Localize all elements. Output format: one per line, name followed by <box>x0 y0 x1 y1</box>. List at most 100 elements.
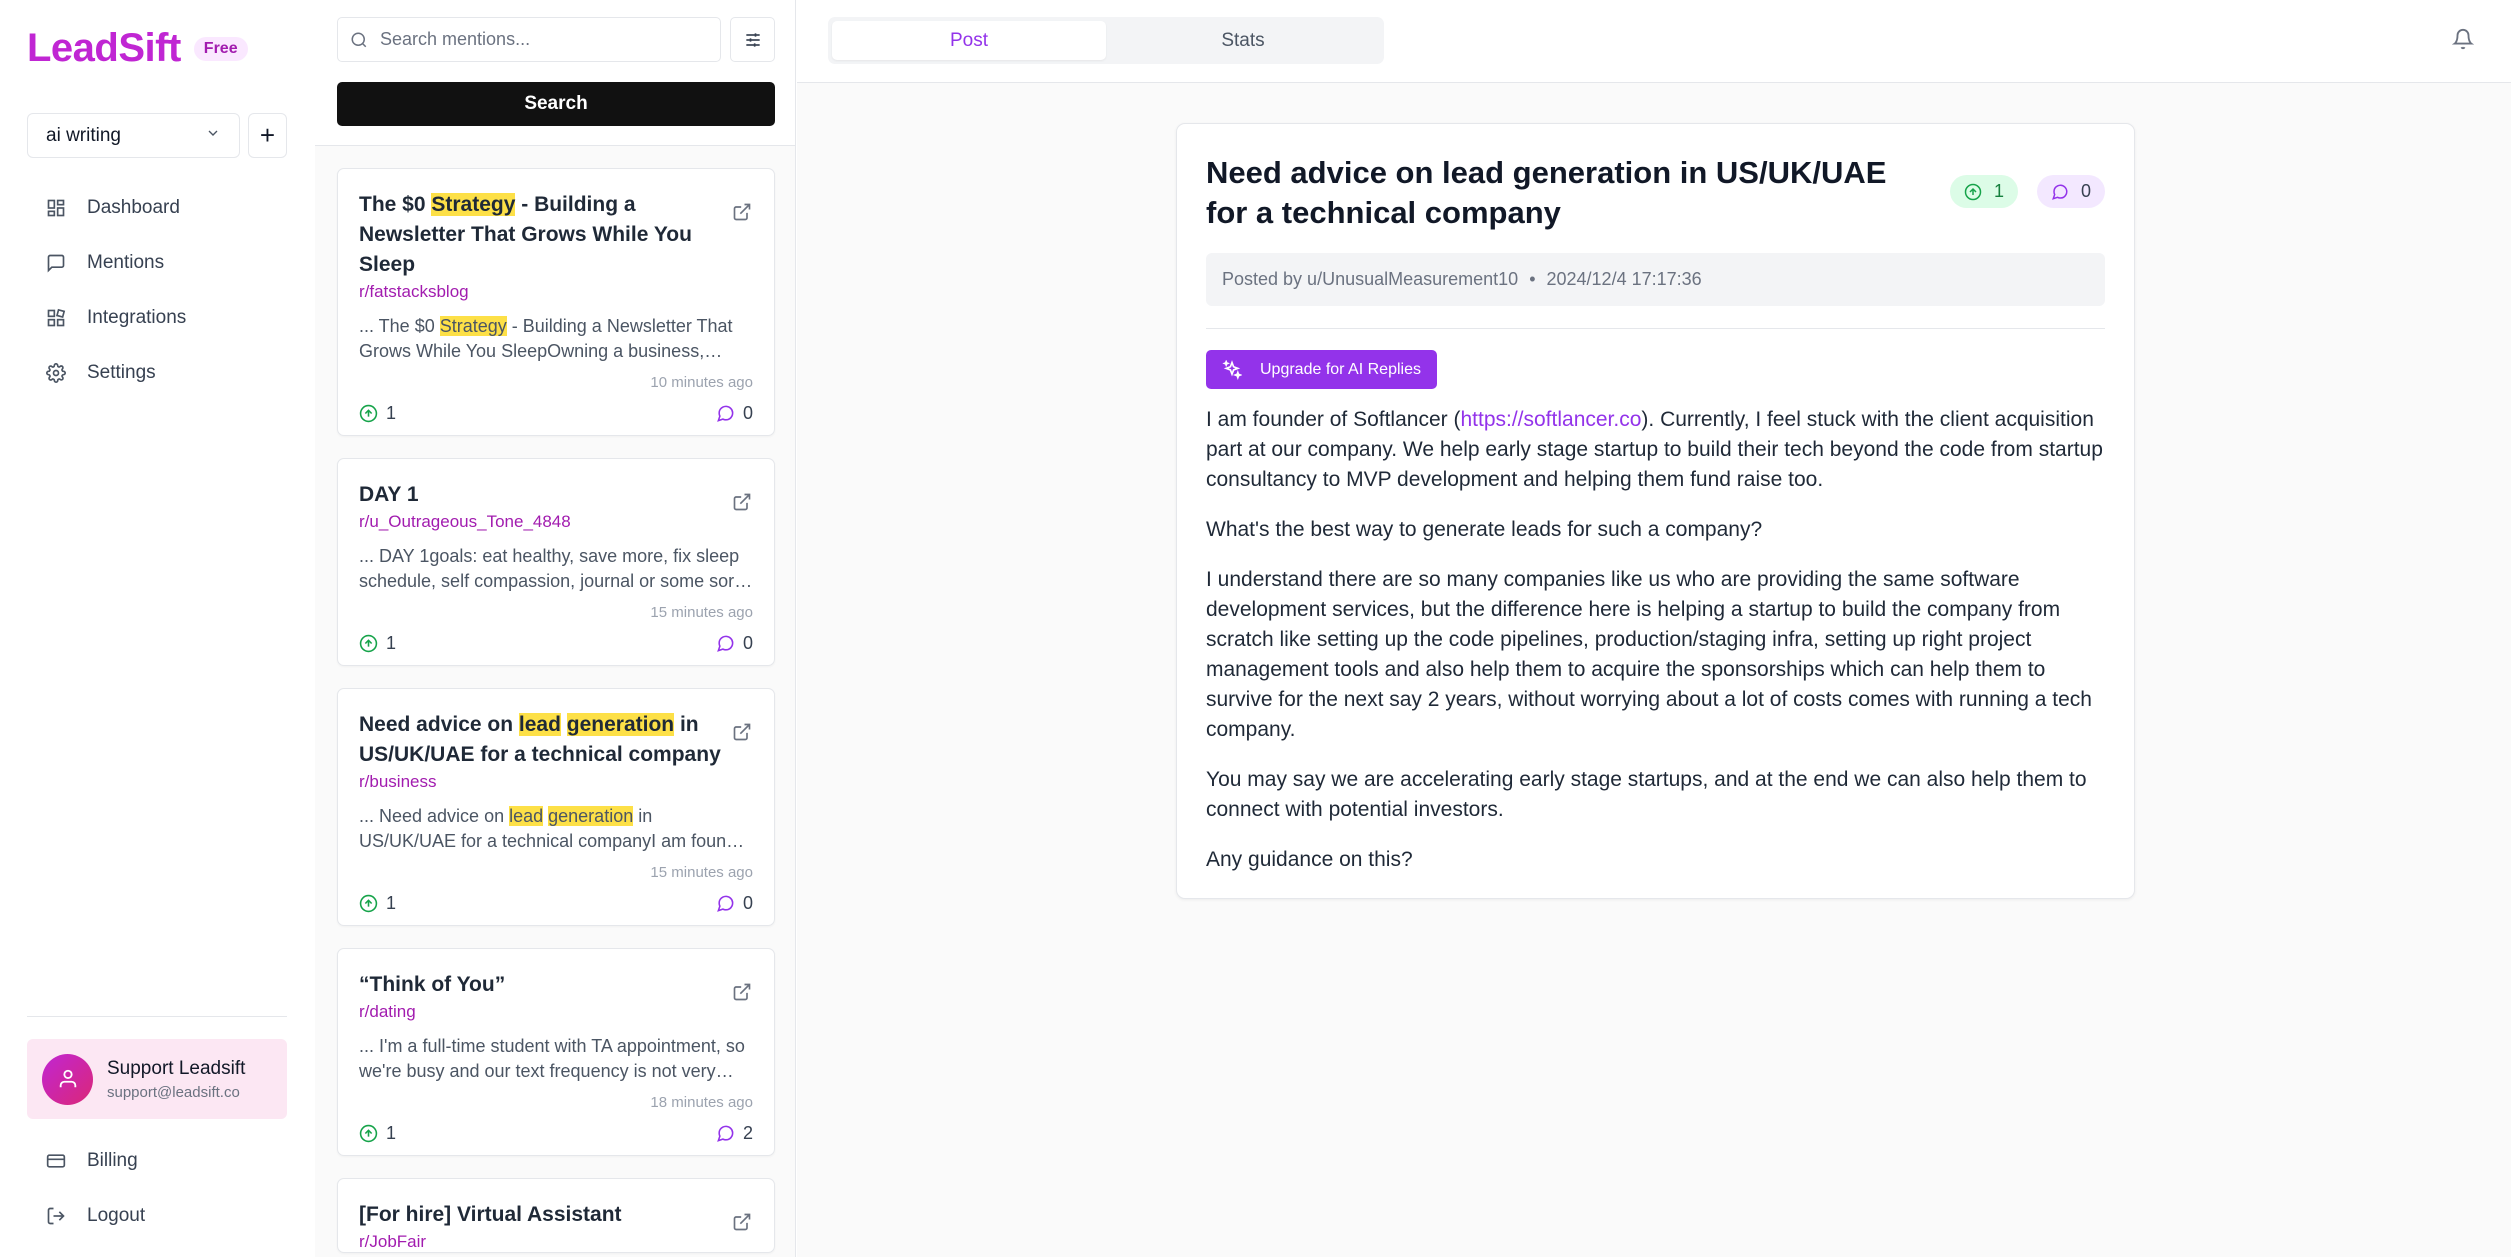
keyword-highlight: Strategy <box>439 316 507 336</box>
mention-subreddit[interactable]: r/business <box>359 772 753 792</box>
sidebar-item-label: Integrations <box>87 306 187 328</box>
mention-excerpt: ... I'm a full-time student with TA appo… <box>359 1036 745 1081</box>
comment-value: 0 <box>742 892 753 913</box>
upgrade-button-label: Upgrade for AI Replies <box>1260 360 1421 378</box>
mention-card[interactable]: Need advice on lead generation in US/UK/… <box>337 688 775 926</box>
support-card[interactable]: Support Leadsift support@leadsift.co <box>27 1039 287 1119</box>
mention-subreddit[interactable]: r/JobFair <box>359 1232 753 1252</box>
comment-icon <box>717 635 734 652</box>
message-icon <box>47 254 65 273</box>
main-panel: Post Stats Need advice on lead generatio… <box>797 0 2511 1257</box>
external-link-icon[interactable] <box>732 722 752 742</box>
keyword-highlight: Strategy <box>431 193 516 216</box>
tab-post[interactable]: Post <box>832 21 1106 60</box>
sidebar-item-label: Dashboard <box>87 196 180 218</box>
mention-card[interactable]: “Think of You” r/dating ... I'm a full-t… <box>337 948 775 1156</box>
comment-icon <box>717 895 734 912</box>
mention-stats: 1 0 <box>359 621 753 665</box>
mention-stats: 1 2 <box>359 1111 753 1155</box>
mention-time: 15 minutes ago <box>650 864 753 881</box>
upvote-value: 1 <box>386 892 397 913</box>
gear-icon <box>46 362 66 383</box>
external-link-icon[interactable] <box>732 982 752 1002</box>
topbar: Post Stats <box>797 0 2511 83</box>
project-select-value: ai writing <box>46 124 121 146</box>
search-area: Search <box>315 0 795 146</box>
mention-subreddit[interactable]: r/u_Outrageous_Tone_4848 <box>359 512 753 532</box>
excerpt-text: ... Need advice on <box>359 806 510 826</box>
mention-card[interactable]: [For hire] Virtual Assistant r/JobFair <box>337 1178 775 1253</box>
arrow-up-circle-icon <box>359 404 378 422</box>
mention-time: 18 minutes ago <box>650 1094 753 1111</box>
sidebar-item-mentions[interactable]: Mentions <box>27 240 287 285</box>
tab-stats[interactable]: Stats <box>1106 21 1380 60</box>
arrow-up-circle-icon <box>359 634 378 652</box>
keyword-highlight: generation <box>548 806 634 826</box>
arrow-up-circle-icon <box>359 894 378 912</box>
project-select[interactable]: ai writing <box>27 113 240 158</box>
mention-list: The $0 Strategy - Building a Newsletter … <box>337 168 775 1257</box>
sidebar-item-logout[interactable]: Logout <box>27 1193 287 1238</box>
upvote-count: 1 <box>359 403 396 424</box>
comment-count: 2 <box>716 1123 753 1144</box>
mention-time: 10 minutes ago <box>650 374 753 391</box>
external-link-icon[interactable] <box>732 1212 752 1232</box>
mention-excerpt: ... DAY 1goals: eat healthy, save more, … <box>359 546 740 591</box>
upvote-count: 1 <box>359 893 396 914</box>
upvote-value: 1 <box>386 632 397 653</box>
arrow-up-circle-icon <box>1964 183 1982 200</box>
search-box[interactable] <box>337 17 721 62</box>
sidebar-item-dashboard[interactable]: Dashboard <box>27 185 287 230</box>
upvote-count: 1 <box>359 633 396 654</box>
mention-subreddit[interactable]: r/fatstacksblog <box>359 282 753 302</box>
bell-icon[interactable] <box>2451 28 2475 50</box>
mention-title: “Think of You” <box>359 973 506 996</box>
search-button[interactable]: Search <box>337 82 775 126</box>
mention-excerpt: ... The $0 Strategy - Building a Newslet… <box>359 314 753 364</box>
external-link-icon[interactable] <box>732 202 752 222</box>
upvote-badge: 1 <box>1949 175 2018 208</box>
keyword-highlight: lead <box>518 713 561 736</box>
filter-button[interactable] <box>730 17 775 62</box>
plan-badge: Free <box>193 36 248 61</box>
meta-separator: • <box>1529 269 1536 289</box>
view-tabs: Post Stats <box>828 17 1384 64</box>
mention-excerpt: ... Need advice on lead generation in US… <box>359 804 753 854</box>
sidebar: LeadSift Free ai writing + Dashboard Men… <box>0 0 315 1257</box>
mention-card[interactable]: DAY 1 r/u_Outrageous_Tone_4848 ... DAY 1… <box>337 458 775 666</box>
sidebar-item-label: Mentions <box>87 251 165 273</box>
mention-title: Need advice on lead generation in US/UK/… <box>359 710 753 770</box>
mention-title: The $0 Strategy - Building a Newsletter … <box>359 190 753 280</box>
search-input[interactable] <box>380 29 700 50</box>
upvote-value: 1 <box>1993 181 2004 201</box>
sidebar-item-integrations[interactable]: Integrations <box>27 295 287 340</box>
title-text <box>561 713 567 736</box>
sidebar-item-billing[interactable]: Billing <box>27 1138 287 1183</box>
search-icon <box>351 32 367 47</box>
post-link[interactable]: https://softlancer.co <box>1460 408 1641 431</box>
post-author[interactable]: Posted by u/UnusualMeasurement10 <box>1222 269 1518 290</box>
comment-value: 2 <box>742 1122 753 1143</box>
logo[interactable]: LeadSift <box>27 26 181 71</box>
upvote-count: 1 <box>359 1123 396 1144</box>
mention-time: 15 minutes ago <box>650 604 753 621</box>
post-divider <box>1206 328 2105 329</box>
comment-icon <box>717 1125 734 1142</box>
post-paragraph: Any guidance on this? <box>1206 848 1413 871</box>
mention-stats: 1 0 <box>359 881 753 925</box>
comment-value: 0 <box>2080 181 2091 201</box>
upvote-value: 1 <box>386 402 397 423</box>
comment-count: 0 <box>716 893 753 914</box>
upgrade-ai-replies-button[interactable]: Upgrade for AI Replies <box>1206 350 1437 389</box>
mention-subreddit[interactable]: r/dating <box>359 1002 753 1022</box>
chevron-down-icon <box>205 125 221 147</box>
external-link-icon[interactable] <box>732 492 752 512</box>
mention-stats: 1 0 <box>359 391 753 435</box>
mention-card[interactable]: The $0 Strategy - Building a Newsletter … <box>337 168 775 436</box>
comment-value: 0 <box>742 402 753 423</box>
sidebar-item-settings[interactable]: Settings <box>27 350 287 395</box>
add-project-button[interactable]: + <box>248 113 287 158</box>
sparkles-icon <box>1222 359 1242 380</box>
paragraph-text: I am founder of Softlancer ( <box>1206 408 1461 431</box>
sidebar-item-label: Billing <box>87 1149 138 1171</box>
